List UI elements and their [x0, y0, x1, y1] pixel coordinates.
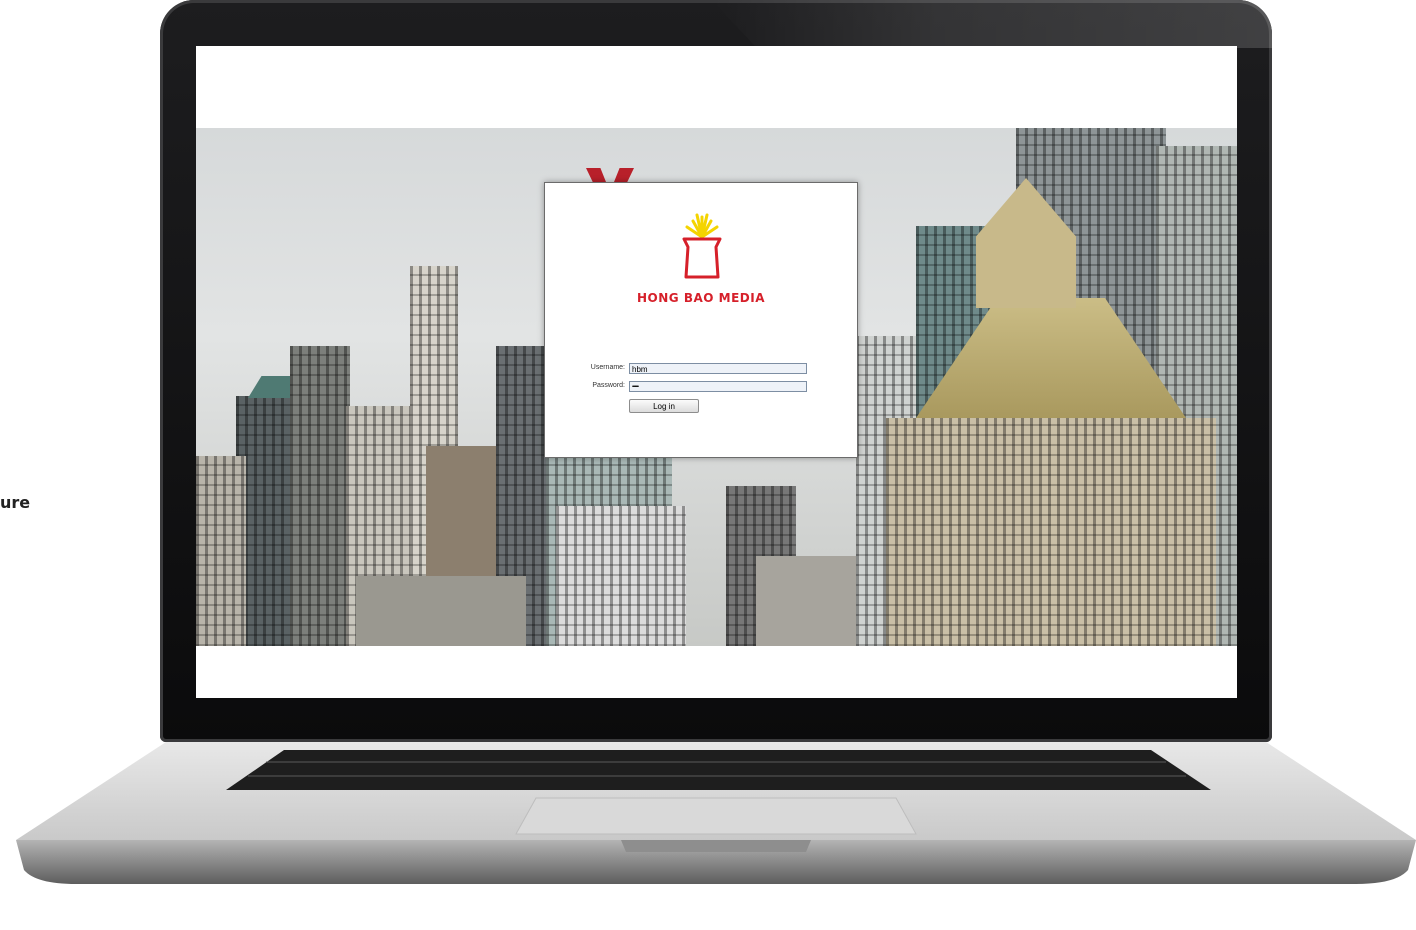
side-caption-fragment: ure	[0, 493, 31, 512]
laptop-lid: HONG BAO MEDIA Username: hbm Password: •…	[160, 0, 1272, 742]
login-button[interactable]: Log in	[629, 399, 699, 413]
laptop-screen: HONG BAO MEDIA Username: hbm Password: •…	[196, 46, 1237, 698]
lid-gloss	[712, 0, 1272, 48]
brand-name: HONG BAO MEDIA	[637, 291, 765, 305]
password-label: Password:	[592, 382, 625, 389]
building	[556, 506, 686, 646]
login-dialog: HONG BAO MEDIA Username: hbm Password: •…	[544, 182, 858, 458]
username-label: Username:	[590, 364, 625, 371]
username-row: Username: hbm	[545, 363, 857, 377]
password-row: Password: ••••••••	[545, 381, 857, 395]
username-input[interactable]: hbm	[629, 363, 807, 374]
laptop-base	[16, 742, 1416, 884]
building	[886, 418, 1216, 646]
password-input[interactable]: ••••••••	[629, 381, 807, 392]
building	[196, 456, 246, 646]
building	[356, 576, 526, 646]
building	[290, 346, 350, 646]
hong-bao-logo-icon	[682, 213, 722, 279]
